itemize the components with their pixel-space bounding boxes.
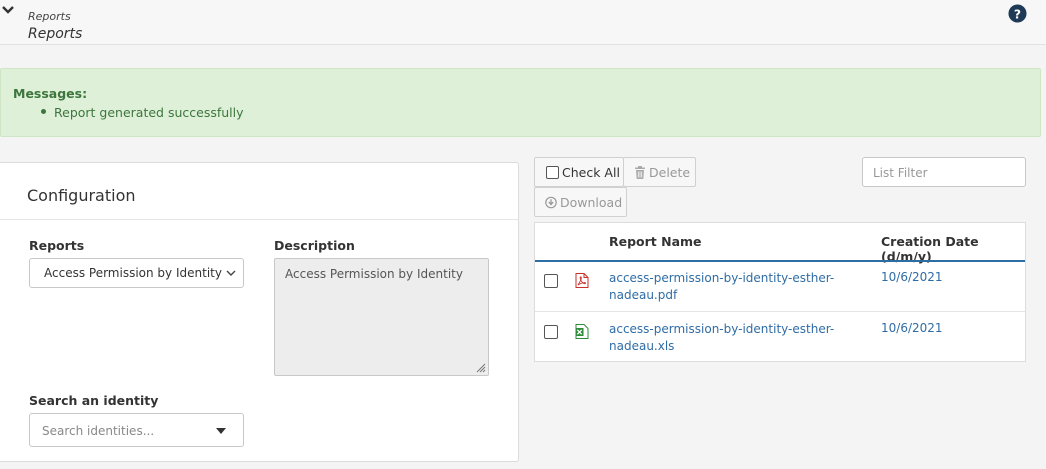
checkbox-icon: [546, 166, 559, 179]
messages-title: Messages:: [13, 86, 88, 101]
pdf-file-icon: [575, 273, 589, 288]
delete-button[interactable]: Delete: [623, 157, 696, 187]
row-checkbox[interactable]: [544, 325, 558, 339]
report-creation-date[interactable]: 10/6/2021: [881, 270, 943, 284]
column-header-report-name[interactable]: Report Name: [609, 234, 702, 249]
configuration-title: Configuration: [27, 186, 136, 205]
row-checkbox[interactable]: [544, 274, 558, 288]
page-header: Reports Reports ?: [0, 0, 1046, 45]
report-file-link[interactable]: access-permission-by-identity-esther-nad…: [609, 270, 839, 304]
reports-table: Report Name Creation Date (d/m/y) access…: [534, 222, 1026, 362]
description-value: Access Permission by Identity: [285, 267, 463, 281]
description-label: Description: [274, 238, 355, 253]
search-identity-label: Search an identity: [29, 393, 159, 408]
reports-select[interactable]: Access Permission by Identity: [29, 258, 244, 288]
chevron-down-icon: [226, 270, 236, 276]
report-creation-date[interactable]: 10/6/2021: [881, 321, 943, 335]
description-textarea[interactable]: Access Permission by Identity: [274, 258, 489, 376]
identity-search-combobox[interactable]: Search identities...: [29, 413, 244, 447]
page-title: Reports: [28, 26, 83, 42]
download-button[interactable]: Download: [534, 187, 627, 217]
divider: [0, 219, 518, 220]
trash-icon: [635, 166, 645, 179]
message-item: Report generated successfully: [41, 105, 244, 120]
reports-select-value: Access Permission by Identity: [44, 266, 222, 280]
report-file-link[interactable]: access-permission-by-identity-esther-nad…: [609, 321, 839, 355]
table-row: access-permission-by-identity-esther-nad…: [535, 311, 1025, 361]
svg-text:?: ?: [1014, 7, 1021, 21]
check-all-button[interactable]: Check All: [534, 157, 624, 187]
resize-grip-icon[interactable]: [474, 361, 486, 373]
configuration-panel: Configuration Reports Access Permission …: [0, 162, 519, 462]
message-text: Report generated successfully: [54, 105, 244, 120]
list-filter-input[interactable]: List Filter: [862, 157, 1026, 187]
search-placeholder: Search identities...: [42, 424, 155, 438]
success-message-banner: Messages: Report generated successfully: [0, 68, 1041, 137]
download-icon: [545, 196, 557, 209]
reports-label: Reports: [29, 238, 85, 253]
table-row: access-permission-by-identity-esther-nad…: [535, 261, 1025, 311]
chevron-down-icon[interactable]: [2, 5, 14, 15]
list-filter-placeholder: List Filter: [873, 166, 928, 180]
check-all-label: Check All: [562, 165, 620, 180]
excel-file-icon: [575, 324, 589, 339]
caret-down-icon: [216, 428, 226, 434]
delete-label: Delete: [649, 165, 691, 180]
download-label: Download: [560, 195, 623, 210]
bullet-icon: [41, 109, 46, 114]
breadcrumb: Reports: [28, 10, 71, 23]
help-icon[interactable]: ?: [1008, 4, 1027, 23]
